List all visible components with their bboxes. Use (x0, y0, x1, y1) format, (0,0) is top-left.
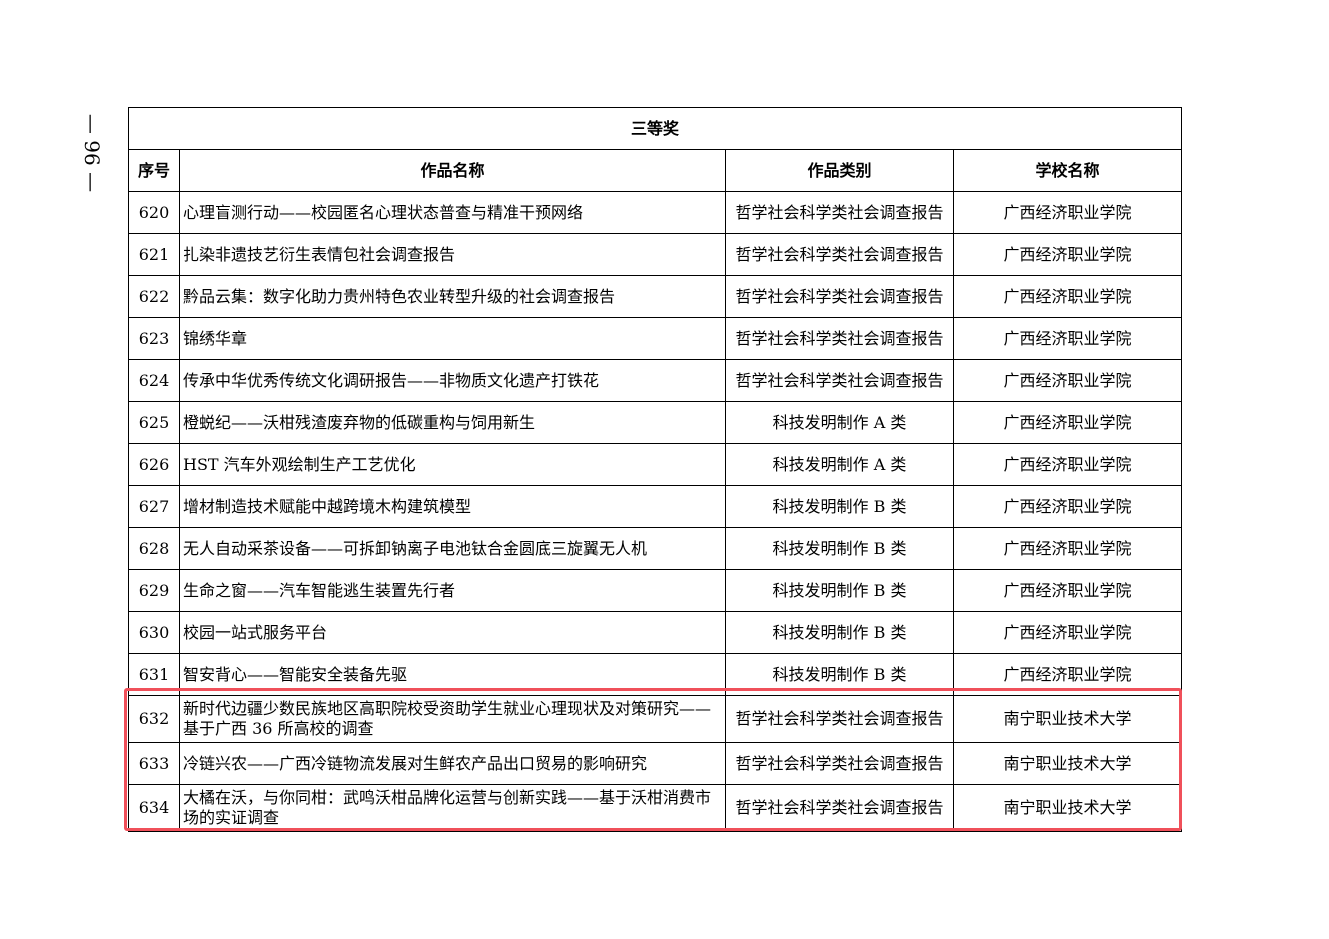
cell-name: 校园一站式服务平台 (179, 611, 726, 654)
cell-category: 哲学社会科学类社会调查报告 (725, 275, 954, 318)
cell-name: 橙蜕纪——沃柑残渣废弃物的低碳重构与饲用新生 (179, 401, 726, 444)
cell-no: 621 (128, 233, 180, 276)
cell-category: 哲学社会科学类社会调查报告 (725, 359, 954, 402)
cell-no: 632 (128, 695, 180, 743)
table-row: 633 冷链兴农——广西冷链物流发展对生鲜农产品出口贸易的影响研究 哲学社会科学类社… (128, 742, 1183, 785)
table-row: 625 橙蜕纪——沃柑残渣废弃物的低碳重构与饲用新生 科技发明制作 A 类广西经济职… (128, 401, 1183, 444)
table-row: 626 HST 汽车外观绘制生产工艺优化 科技发明制作 A 类广西经济职业学院 (128, 443, 1183, 486)
cell-school: 广西经济职业学院 (952, 653, 1183, 696)
table-row: 630 校园一站式服务平台 科技发明制作 B 类广西经济职业学院 (128, 611, 1183, 654)
award-table: 三等奖 序号 作品名称 作品类别 学校名称 620 心理盲测行动——校园匿名心理状… (127, 107, 1183, 832)
header-category: 作品类别 (725, 149, 954, 192)
cell-no: 627 (128, 485, 180, 528)
table-row: 629 生命之窗——汽车智能逃生装置先行者 科技发明制作 B 类广西经济职业学院 (128, 569, 1183, 612)
cell-school: 广西经济职业学院 (952, 527, 1183, 570)
cell-school: 南宁职业技术大学 (952, 742, 1183, 785)
cell-name: HST 汽车外观绘制生产工艺优化 (179, 443, 726, 486)
cell-name: 增材制造技术赋能中越跨境木构建筑模型 (179, 485, 726, 528)
cell-school: 南宁职业技术大学 (952, 784, 1183, 832)
cell-name: 智安背心——智能安全装备先驱 (179, 653, 726, 696)
cell-category: 科技发明制作 B 类 (725, 653, 954, 696)
cell-no: 634 (128, 784, 180, 832)
cell-name: 生命之窗——汽车智能逃生装置先行者 (179, 569, 726, 612)
cell-name: 冷链兴农——广西冷链物流发展对生鲜农产品出口贸易的影响研究 (179, 742, 726, 785)
table-row: 631 智安背心——智能安全装备先驱 科技发明制作 B 类广西经济职业学院 (128, 653, 1183, 696)
cell-no: 629 (128, 569, 180, 612)
cell-name: 锦绣华章 (179, 317, 726, 360)
cell-school: 广西经济职业学院 (952, 275, 1183, 318)
table-row: 620 心理盲测行动——校园匿名心理状态普查与精准干预网络 哲学社会科学类社会调查报… (128, 191, 1183, 234)
table-row: 624 传承中华优秀传统文化调研报告——非物质文化遗产打铁花 哲学社会科学类社会调查… (128, 359, 1183, 402)
cell-school: 南宁职业技术大学 (952, 695, 1183, 743)
cell-no: 633 (128, 742, 180, 785)
cell-no: 622 (128, 275, 180, 318)
cell-category: 哲学社会科学类社会调查报告 (725, 233, 954, 276)
cell-school: 广西经济职业学院 (952, 233, 1183, 276)
cell-school: 广西经济职业学院 (952, 401, 1183, 444)
cell-school: 广西经济职业学院 (952, 317, 1183, 360)
cell-category: 科技发明制作 B 类 (725, 611, 954, 654)
table-row: 627 增材制造技术赋能中越跨境木构建筑模型 科技发明制作 B 类广西经济职业学院 (128, 485, 1183, 528)
cell-category: 哲学社会科学类社会调查报告 (725, 695, 954, 743)
cell-no: 623 (128, 317, 180, 360)
page-number-text: — 96 — (80, 113, 105, 193)
header-school: 学校名称 (952, 149, 1183, 192)
cell-category: 哲学社会科学类社会调查报告 (725, 784, 954, 832)
cell-name: 心理盲测行动——校园匿名心理状态普查与精准干预网络 (179, 191, 726, 234)
cell-name: 大橘在沃，与你同柑：武鸣沃柑品牌化运营与创新实践——基于沃柑消费市场的实证调查 (179, 784, 726, 832)
page-number: — 96 — (72, 108, 112, 198)
cell-category: 科技发明制作 A 类 (725, 443, 954, 486)
cell-school: 广西经济职业学院 (952, 443, 1183, 486)
cell-category: 科技发明制作 A 类 (725, 401, 954, 444)
cell-category: 科技发明制作 B 类 (725, 485, 954, 528)
cell-school: 广西经济职业学院 (952, 485, 1183, 528)
cell-no: 624 (128, 359, 180, 402)
cell-school: 广西经济职业学院 (952, 359, 1183, 402)
table-row: 622 黔品云集：数字化助力贵州特色农业转型升级的社会调查报告 哲学社会科学类社会调… (128, 275, 1183, 318)
header-no: 序号 (128, 149, 180, 192)
cell-category: 科技发明制作 B 类 (725, 527, 954, 570)
table-row: 628 无人自动采茶设备——可拆卸钠离子电池钛合金圆底三旋翼无人机 科技发明制作 B… (128, 527, 1183, 570)
cell-no: 625 (128, 401, 180, 444)
cell-no: 620 (128, 191, 180, 234)
cell-category: 哲学社会科学类社会调查报告 (725, 742, 954, 785)
cell-category: 哲学社会科学类社会调查报告 (725, 317, 954, 360)
cell-no: 630 (128, 611, 180, 654)
table-title: 三等奖 (127, 107, 1183, 150)
cell-name: 黔品云集：数字化助力贵州特色农业转型升级的社会调查报告 (179, 275, 726, 318)
table-row: 621 扎染非遗技艺衍生表情包社会调查报告 哲学社会科学类社会调查报告 广西经济职业学… (128, 233, 1183, 276)
table-header-row: 序号 作品名称 作品类别 学校名称 (128, 149, 1183, 192)
cell-name: 扎染非遗技艺衍生表情包社会调查报告 (179, 233, 726, 276)
header-name: 作品名称 (179, 149, 726, 192)
table-row: 623 锦绣华章 哲学社会科学类社会调查报告 广西经济职业学院 (128, 317, 1183, 360)
table-row: 632 新时代边疆少数民族地区高职院校受资助学生就业心理现状及对策研究——基于广西… (128, 695, 1183, 743)
cell-school: 广西经济职业学院 (952, 611, 1183, 654)
cell-school: 广西经济职业学院 (952, 191, 1183, 234)
cell-school: 广西经济职业学院 (952, 569, 1183, 612)
cell-name: 无人自动采茶设备——可拆卸钠离子电池钛合金圆底三旋翼无人机 (179, 527, 726, 570)
cell-category: 科技发明制作 B 类 (725, 569, 954, 612)
table-body: 620 心理盲测行动——校园匿名心理状态普查与精准干预网络 哲学社会科学类社会调查报… (128, 191, 1183, 832)
table-row: 634 大橘在沃，与你同柑：武鸣沃柑品牌化运营与创新实践——基于沃柑消费市场的实证… (128, 784, 1183, 832)
cell-no: 626 (128, 443, 180, 486)
cell-name: 传承中华优秀传统文化调研报告——非物质文化遗产打铁花 (179, 359, 726, 402)
cell-category: 哲学社会科学类社会调查报告 (725, 191, 954, 234)
cell-name: 新时代边疆少数民族地区高职院校受资助学生就业心理现状及对策研究——基于广西 36… (179, 695, 726, 743)
cell-no: 631 (128, 653, 180, 696)
cell-no: 628 (128, 527, 180, 570)
